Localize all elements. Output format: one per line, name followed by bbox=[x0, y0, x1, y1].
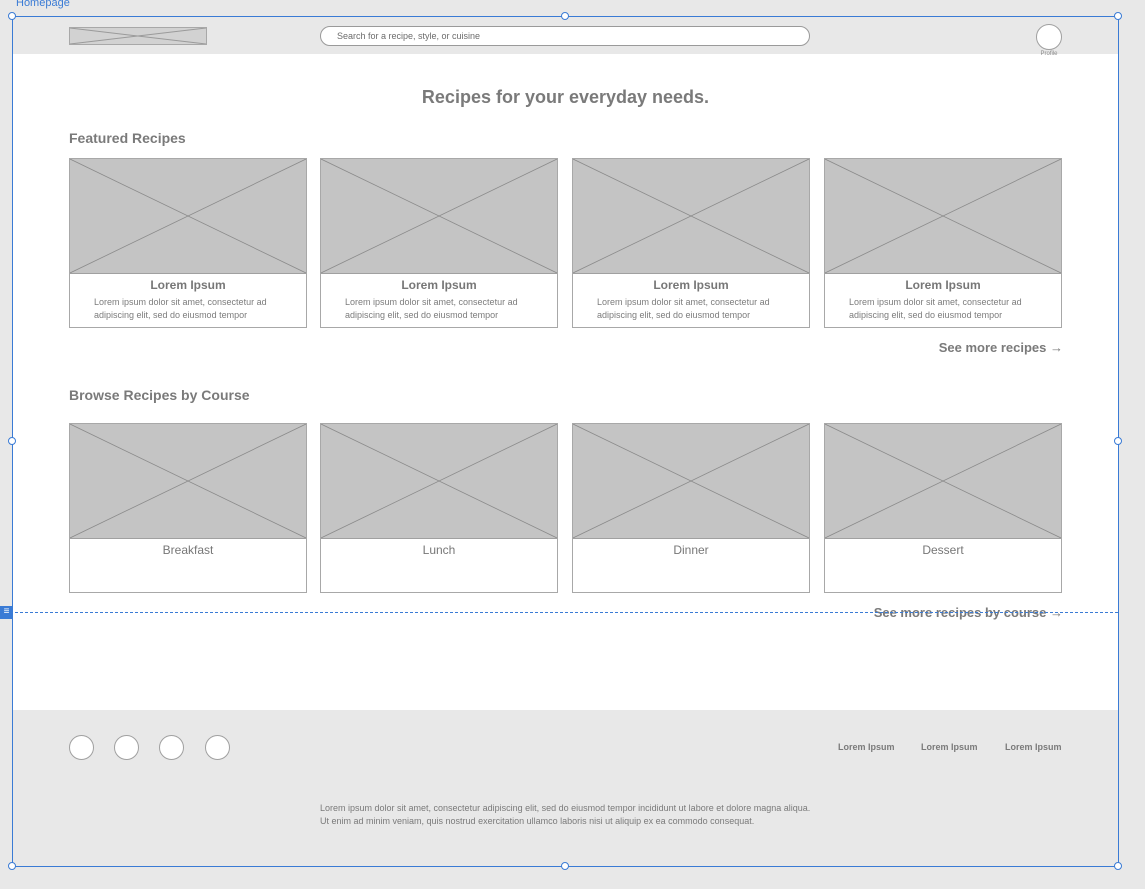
resize-handle[interactable] bbox=[8, 12, 16, 20]
artboard-label[interactable]: Homepage bbox=[16, 0, 70, 9]
course-image-placeholder bbox=[70, 424, 306, 539]
recipe-title: Lorem Ipsum bbox=[653, 278, 729, 292]
featured-recipe-card[interactable]: Lorem Ipsum Lorem ipsum dolor sit amet, … bbox=[69, 158, 307, 328]
browse-by-course-heading: Browse Recipes by Course bbox=[69, 387, 250, 403]
course-title: Dessert bbox=[922, 543, 964, 557]
profile-label: Profile bbox=[1040, 51, 1058, 57]
see-more-recipes-link[interactable]: See more recipes → bbox=[939, 340, 1063, 355]
recipe-description: Lorem ipsum dolor sit amet, consectetur … bbox=[597, 297, 770, 320]
recipe-image-placeholder bbox=[825, 159, 1061, 274]
resize-handle[interactable] bbox=[1114, 12, 1122, 20]
resize-handle[interactable] bbox=[561, 862, 569, 870]
recipe-description: Lorem ipsum dolor sit amet, consectetur … bbox=[94, 297, 267, 320]
resize-handle[interactable] bbox=[1114, 862, 1122, 870]
social-icon[interactable] bbox=[205, 735, 230, 760]
featured-recipe-card[interactable]: Lorem Ipsum Lorem ipsum dolor sit amet, … bbox=[572, 158, 810, 328]
fold-guide-line[interactable] bbox=[0, 612, 1118, 613]
featured-recipes-heading: Featured Recipes bbox=[69, 130, 186, 146]
recipe-image-placeholder bbox=[321, 159, 557, 274]
recipe-image-placeholder bbox=[573, 159, 809, 274]
recipe-image-placeholder bbox=[70, 159, 306, 274]
resize-handle[interactable] bbox=[561, 12, 569, 20]
social-icon[interactable] bbox=[114, 735, 139, 760]
resize-handle[interactable] bbox=[8, 862, 16, 870]
footer-link[interactable]: Lorem Ipsum bbox=[921, 742, 978, 752]
social-icon[interactable] bbox=[159, 735, 184, 760]
course-title: Lunch bbox=[422, 543, 456, 557]
course-image-placeholder bbox=[825, 424, 1061, 539]
course-card-lunch[interactable]: Lunch bbox=[320, 423, 558, 593]
footer-text: Lorem ipsum dolor sit amet, consectetur … bbox=[320, 803, 811, 826]
header-bar: Search for a recipe, style, or cuisine P… bbox=[13, 17, 1118, 57]
recipe-title: Lorem Ipsum bbox=[401, 278, 477, 292]
homepage-artboard: Search for a recipe, style, or cuisine P… bbox=[13, 17, 1118, 866]
course-image-placeholder bbox=[573, 424, 809, 539]
guide-handle-icon[interactable]: ≡ bbox=[0, 606, 13, 619]
footer-link[interactable]: Lorem Ipsum bbox=[838, 742, 895, 752]
featured-recipe-card[interactable]: Lorem Ipsum Lorem ipsum dolor sit amet, … bbox=[824, 158, 1062, 328]
course-title: Breakfast bbox=[162, 543, 214, 557]
search-input[interactable]: Search for a recipe, style, or cuisine bbox=[320, 26, 810, 46]
social-icon[interactable] bbox=[69, 735, 94, 760]
course-card-breakfast[interactable]: Breakfast bbox=[69, 423, 307, 593]
course-card-dinner[interactable]: Dinner bbox=[572, 423, 810, 593]
footer: Lorem Ipsum Lorem Ipsum Lorem Ipsum Lore… bbox=[13, 710, 1118, 866]
logo-placeholder[interactable] bbox=[69, 27, 207, 45]
resize-handle[interactable] bbox=[8, 437, 16, 445]
recipe-title: Lorem Ipsum bbox=[905, 278, 981, 292]
recipe-description: Lorem ipsum dolor sit amet, consectetur … bbox=[849, 297, 1022, 320]
hero-title: Recipes for your everyday needs. bbox=[421, 87, 710, 107]
course-title: Dinner bbox=[673, 543, 709, 557]
footer-link[interactable]: Lorem Ipsum bbox=[1005, 742, 1062, 752]
resize-handle[interactable] bbox=[1114, 437, 1122, 445]
course-card-dessert[interactable]: Dessert bbox=[824, 423, 1062, 593]
recipe-title: Lorem Ipsum bbox=[150, 278, 226, 292]
profile-avatar[interactable] bbox=[1036, 24, 1062, 50]
course-image-placeholder bbox=[321, 424, 557, 539]
recipe-description: Lorem ipsum dolor sit amet, consectetur … bbox=[345, 297, 518, 320]
featured-recipe-card[interactable]: Lorem Ipsum Lorem ipsum dolor sit amet, … bbox=[320, 158, 558, 328]
